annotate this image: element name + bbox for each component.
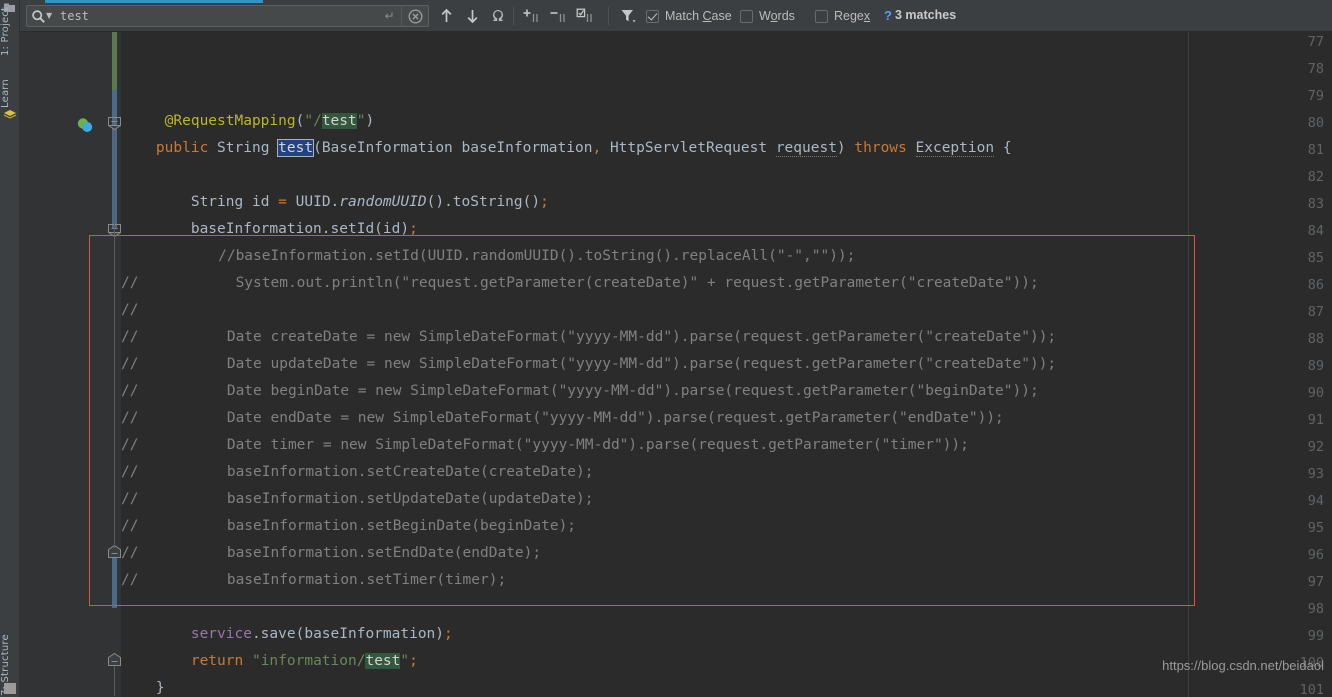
remove-line-from-selection-button[interactable] xyxy=(547,5,569,27)
words-checkbox[interactable] xyxy=(740,10,753,23)
code-line-98: service.save(baseInformation); xyxy=(121,621,453,648)
add-line-icon xyxy=(522,8,540,24)
sidebar-item-label: Learn xyxy=(0,79,11,108)
code-line-84: //baseInformation.setId(UUID.randomUUID(… xyxy=(157,243,855,270)
select-all-lines-button[interactable] xyxy=(574,5,596,27)
current-search-match: test xyxy=(278,140,313,156)
fold-region-line xyxy=(114,237,115,242)
code-text-layer[interactable]: @RequestMapping("/test") public String t… xyxy=(121,32,1332,697)
search-input[interactable]: test xyxy=(54,9,378,23)
words-option[interactable]: Words xyxy=(740,8,795,24)
sidebar-item-structure[interactable]: 7: Structure xyxy=(0,600,20,696)
find-previous-button[interactable] xyxy=(435,5,457,27)
regex-label: Regex xyxy=(834,9,870,23)
fold-region-line xyxy=(114,666,115,696)
match-case-option[interactable]: Match Case xyxy=(646,8,732,24)
find-toolbar: ▼ test ↵ xyxy=(20,0,1332,32)
structure-icon xyxy=(4,683,16,694)
sidebar-item-learn[interactable]: Learn xyxy=(0,58,20,108)
progress-accent-bar xyxy=(45,0,263,3)
filter-button[interactable] xyxy=(617,5,639,27)
filter-funnel-icon xyxy=(620,8,637,24)
sidebar-item-label: 1: Project xyxy=(0,7,11,56)
code-line-79: @RequestMapping("/test") xyxy=(121,108,374,135)
code-line-83: baseInformation.setId(id); xyxy=(121,216,418,243)
code-editor[interactable]: 7778798081828384858687888990919293949596… xyxy=(20,32,1332,697)
intellij-editor-window: 1: Project Learn 7: Structure ▼ test xyxy=(0,0,1332,697)
words-label: Words xyxy=(759,9,795,23)
toolbar-divider xyxy=(513,7,514,25)
add-line-to-selection-button[interactable] xyxy=(520,5,542,27)
search-match-highlight: test xyxy=(365,653,400,669)
code-line-99: return "information/test"; xyxy=(121,648,418,675)
code-line-80: public String test(BaseInformation baseI… xyxy=(121,135,1012,162)
vcs-change-marker-added xyxy=(112,32,117,90)
regex-checkbox[interactable] xyxy=(815,10,828,23)
select-all-lines-icon xyxy=(576,8,594,24)
spring-bean-icon[interactable] xyxy=(76,116,94,134)
regex-help-link[interactable]: ? xyxy=(884,8,892,23)
regex-option[interactable]: Regex xyxy=(815,8,870,24)
match-case-label: Match Case xyxy=(665,9,732,23)
watermark-url: https://blog.csdn.net/beidaol xyxy=(1162,658,1324,673)
code-line-82: String id = UUID.randomUUID().toString()… xyxy=(121,189,549,216)
toolbar-divider xyxy=(608,7,609,25)
find-next-button[interactable] xyxy=(461,5,483,27)
code-line-100: } xyxy=(121,675,165,697)
learn-icon xyxy=(3,108,17,120)
clear-search-icon[interactable] xyxy=(402,6,428,26)
arrow-down-icon xyxy=(465,8,480,24)
enter-return-icon[interactable]: ↵ xyxy=(378,6,402,26)
left-tool-strip: 1: Project Learn 7: Structure xyxy=(0,0,20,697)
chevron-down-icon[interactable]: ▼ xyxy=(46,12,54,20)
search-input-wrapper[interactable]: ▼ test ↵ xyxy=(26,5,429,27)
vcs-change-marker-modified xyxy=(112,550,117,608)
match-count-label: 3 matches xyxy=(895,8,956,22)
sidebar-item-project[interactable]: 1: Project xyxy=(0,0,20,56)
omega-select-all-icon xyxy=(490,8,506,24)
remove-line-icon xyxy=(549,8,567,24)
fold-collapse-icon[interactable] xyxy=(108,117,121,130)
match-case-checkbox[interactable] xyxy=(646,10,659,23)
select-all-occurrences-button[interactable] xyxy=(487,5,509,27)
arrow-up-icon xyxy=(439,8,454,24)
search-match-highlight: test xyxy=(322,113,357,129)
fold-collapse-icon[interactable] xyxy=(108,653,121,666)
fold-region-line xyxy=(114,130,115,548)
